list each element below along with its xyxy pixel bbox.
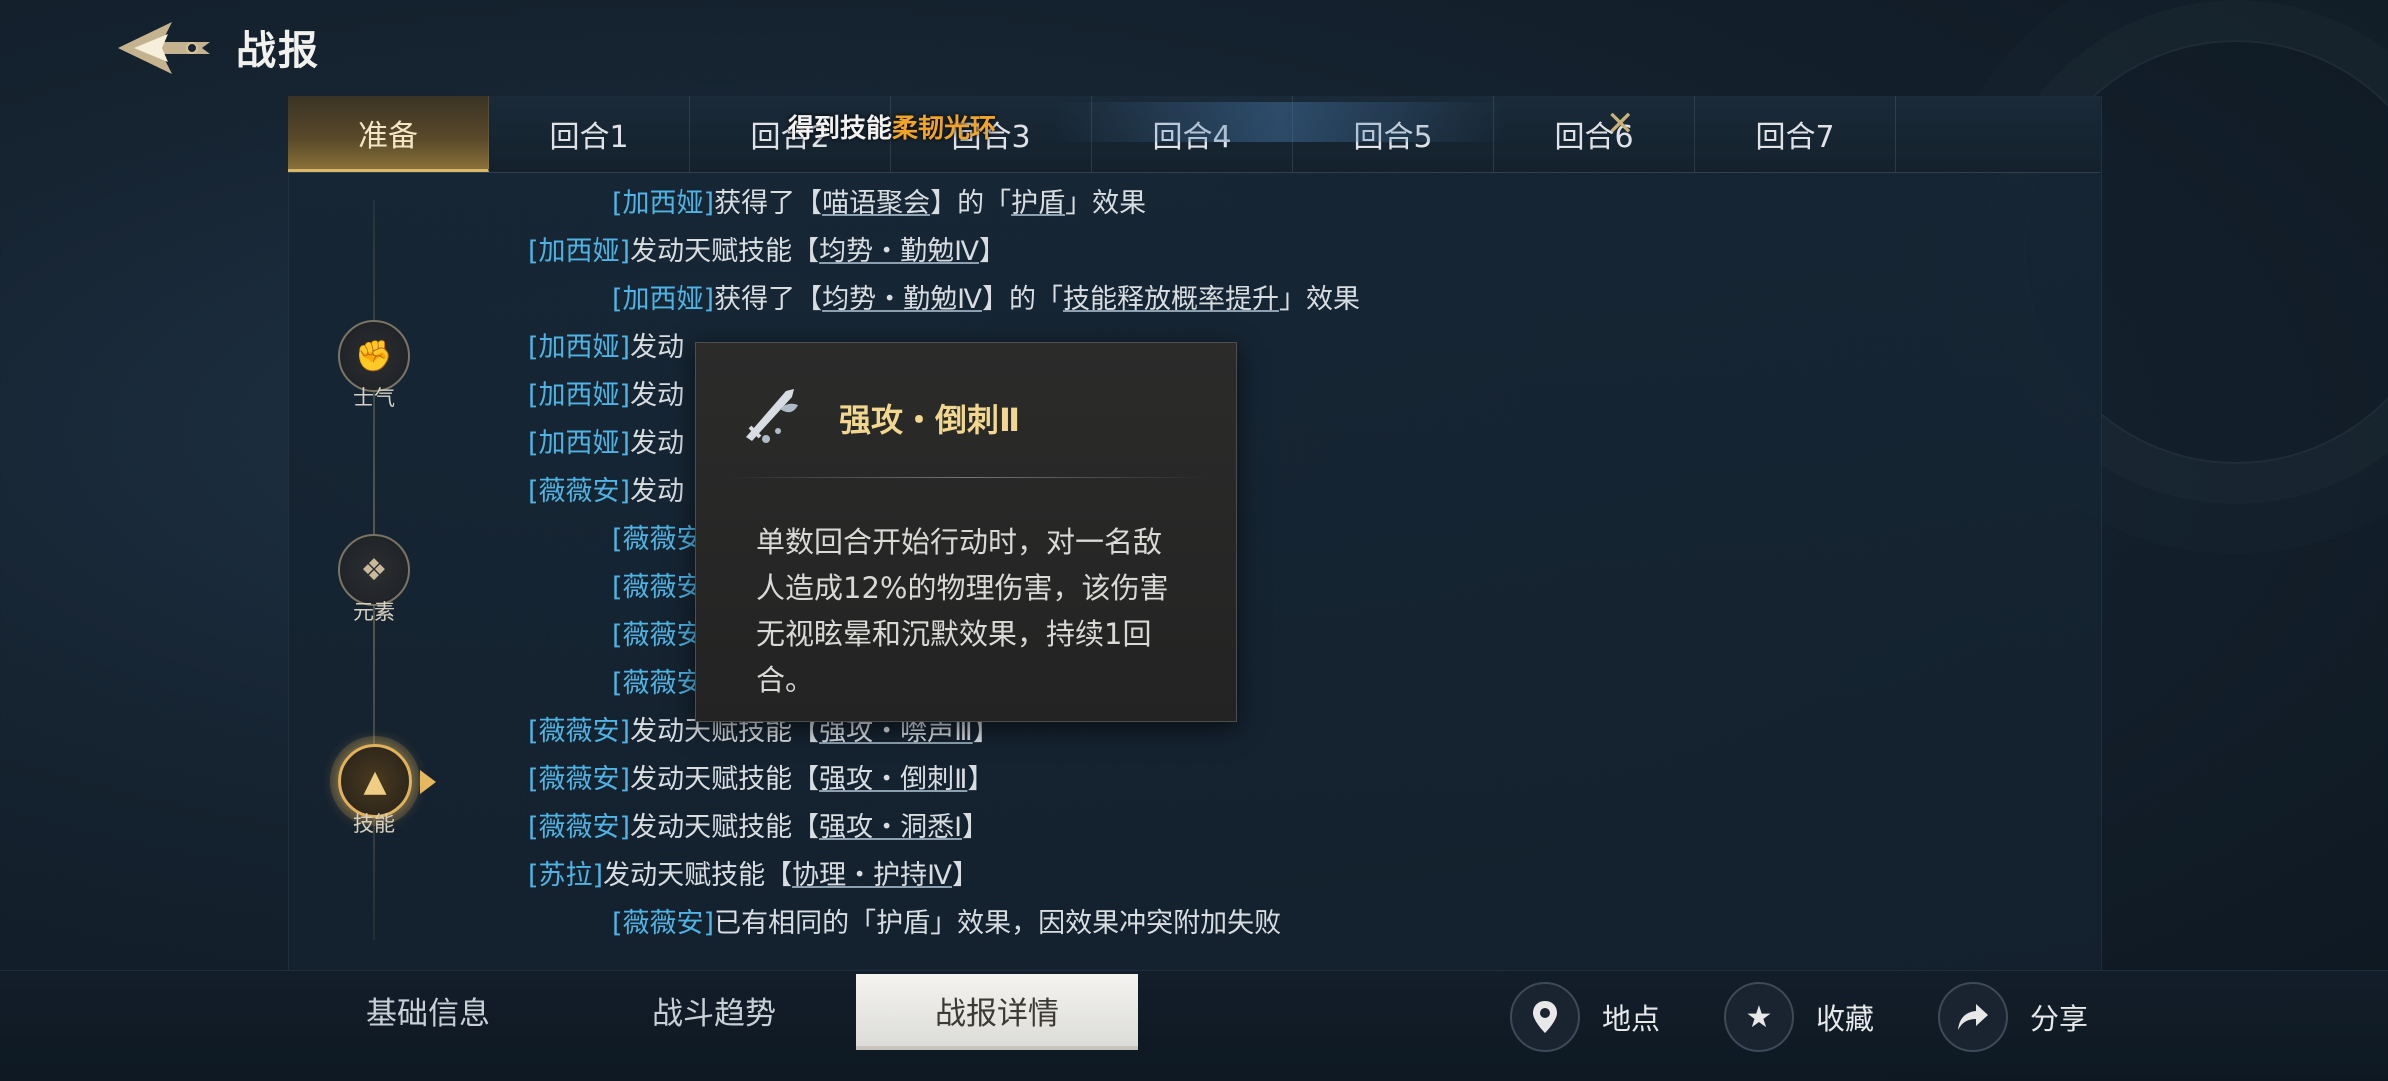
log-line: [薇薇安 [612,570,704,606]
actor-name[interactable]: [苏拉] [528,860,603,891]
log-text: 发动天赋技能【 [630,764,820,795]
share-button[interactable]: 分享 [1938,982,2088,1052]
log-text: 发动 [630,428,685,459]
tab-report-details[interactable]: 战报详情 [856,974,1138,1050]
log-line: [加西娅]发动 [528,378,684,414]
toast-background [1055,102,1505,142]
skill-link[interactable]: 强攻・洞悉Ⅰ [819,812,962,843]
log-text: 】 [979,236,1006,267]
timeline-label: 元素 [353,600,395,624]
actor-name[interactable]: [加西娅] [528,332,630,363]
actor-name[interactable]: [薇薇安 [612,524,704,555]
log-text: 】的「 [982,284,1063,315]
timeline-label: 技能 [353,812,395,836]
tooltip-title: 强攻・倒刺Ⅱ [839,401,1021,439]
log-text: 】的「 [930,188,1012,219]
log-text: 」效果 [1065,188,1147,219]
effect-link[interactable]: 技能释放概率提升 [1063,284,1279,315]
log-line: [薇薇安 [612,618,704,654]
actor-name[interactable]: [加西娅] [528,236,630,267]
skill-link[interactable]: 喵语聚会 [822,188,930,219]
skill-link[interactable]: 协理・护持Ⅳ [792,860,952,891]
back-arrow-icon [118,22,210,74]
sword-drops-icon [746,389,798,443]
tab-round-1[interactable]: 回合1 [489,96,690,172]
timeline-pointer-icon [420,770,436,794]
timeline-node-morale[interactable]: ✊ 士气 [338,320,410,412]
tab-round-7[interactable]: 回合7 [1695,96,1896,172]
log-line: [薇薇安 [612,666,704,702]
log-line: [加西娅]获得了【均势・勤勉Ⅳ】的「技能释放概率提升」效果 [612,282,1360,318]
actor-name[interactable]: [薇薇安 [612,668,704,699]
timeline-node-element[interactable]: ❖ 元素 [338,534,410,626]
skill-icon: ▲ [338,744,412,818]
skill-link[interactable]: 强攻・倒刺Ⅱ [819,764,967,795]
tab-round-6[interactable]: 回合6 [1494,96,1695,172]
actor-name[interactable]: [加西娅] [612,284,714,315]
close-icon[interactable]: ✕ [1606,104,1635,144]
toast-skill-name: 柔韧光环 [892,114,997,144]
log-line: [薇薇安]发动天赋技能【强攻・倒刺Ⅱ】 [528,762,994,798]
log-line: [薇薇安]发动天赋技能【强攻・洞悉Ⅰ】 [528,810,989,846]
actor-name[interactable]: [薇薇安] [528,812,630,843]
actor-name[interactable]: [薇薇安] [528,716,630,747]
actor-name[interactable]: [薇薇安] [612,908,714,939]
log-line: [加西娅]发动 [528,330,684,366]
timeline-label: 士气 [353,386,395,410]
log-text: 发动 [630,476,685,507]
actor-name[interactable]: [加西娅] [528,428,630,459]
log-text: 】 [967,764,995,795]
location-pin-icon [1510,982,1580,1052]
favorite-label: 收藏 [1816,1002,1875,1036]
back-button[interactable] [110,12,220,84]
log-text: 获得了【 [714,188,823,219]
log-line: [苏拉]发动天赋技能【协理・护持Ⅳ】 [528,858,979,894]
skill-link[interactable]: 均势・勤勉Ⅳ [822,284,982,315]
tooltip-description: 单数回合开始行动时，对一名敌人造成12%的物理伤害，该伤害无视眩晕和沉默效果，持… [756,525,1169,697]
actor-name[interactable]: [薇薇安 [612,572,704,603]
log-line: [薇薇安]已有相同的「护盾」效果，因效果冲突附加失败 [612,906,1281,942]
star-icon: ★ [1724,982,1794,1052]
log-text: 发动 [630,332,685,363]
actor-name[interactable]: [薇薇安 [612,620,704,651]
favorite-button[interactable]: ★ 收藏 [1724,982,1874,1052]
log-text: 获得了【 [714,284,823,315]
share-arrow-icon [1938,982,2008,1052]
log-line: [加西娅]发动 [528,426,684,462]
actor-name[interactable]: [薇薇安] [528,476,630,507]
log-text: 】 [962,812,990,843]
log-text: 发动天赋技能【 [630,812,820,843]
skill-gain-toast: 得到技能柔韧光环 [788,108,996,145]
actor-name[interactable]: [加西娅] [528,380,630,411]
tab-prepare[interactable]: 准备 [288,96,489,172]
actor-name[interactable]: [加西娅] [612,188,714,219]
log-line: [加西娅]获得了【喵语聚会】的「护盾」效果 [612,186,1146,222]
tab-basic-info[interactable]: 基础信息 [318,974,538,1046]
location-label: 地点 [1602,1002,1661,1036]
actor-name[interactable]: [薇薇安] [528,764,630,795]
toast-prefix: 得到技能 [788,114,893,144]
share-label: 分享 [2030,1002,2089,1036]
page-title: 战报 [236,28,320,74]
timeline-node-skill[interactable]: ▲ 技能 [338,744,412,838]
log-text: 发动天赋技能【 [603,860,793,891]
log-line: [薇薇安 [612,522,704,558]
log-text: 已有相同的「护盾」效果，因效果冲突附加失败 [714,908,1282,939]
effect-link[interactable]: 护盾 [1011,188,1065,219]
log-text: 」效果 [1279,284,1360,315]
log-text: 】 [952,860,979,891]
skill-link[interactable]: 均势・勤勉Ⅳ [819,236,979,267]
log-line: [加西娅]发动天赋技能【均势・勤勉Ⅳ】 [528,234,1006,270]
divider [726,477,1206,478]
log-line: [薇薇安]发动 [528,474,684,510]
log-text: 发动天赋技能【 [630,236,820,267]
skill-tooltip: 强攻・倒刺Ⅱ 单数回合开始行动时，对一名敌人造成12%的物理伤害，该伤害无视眩晕… [695,342,1237,722]
location-button[interactable]: 地点 [1510,982,1660,1052]
log-text: 发动 [630,380,685,411]
tab-battle-trend[interactable]: 战斗趋势 [604,974,824,1046]
